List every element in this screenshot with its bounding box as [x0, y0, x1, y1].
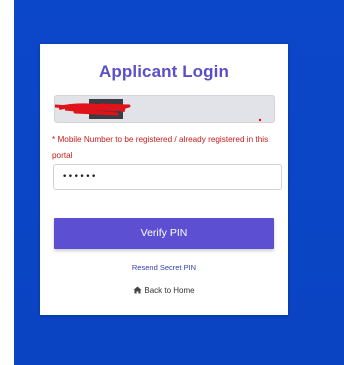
- login-card: Applicant Login * Mobile Number to be re…: [40, 44, 288, 315]
- home-icon: [133, 286, 142, 294]
- secret-pin-field[interactable]: ••••••: [53, 164, 282, 190]
- mobile-number-hint: * Mobile Number to be registered / alrea…: [52, 135, 269, 160]
- redaction-scribble: [55, 103, 262, 122]
- back-to-home-link[interactable]: Back to Home: [40, 286, 288, 295]
- resend-secret-pin-link[interactable]: Resend Secret PIN: [40, 263, 288, 272]
- back-to-home-label: Back to Home: [144, 286, 195, 295]
- mobile-number-field[interactable]: [54, 95, 275, 123]
- page-background: Applicant Login * Mobile Number to be re…: [0, 0, 344, 365]
- left-edge-strip: [0, 0, 14, 365]
- page-title: Applicant Login: [99, 62, 229, 81]
- verify-pin-button[interactable]: Verify PIN: [54, 218, 274, 249]
